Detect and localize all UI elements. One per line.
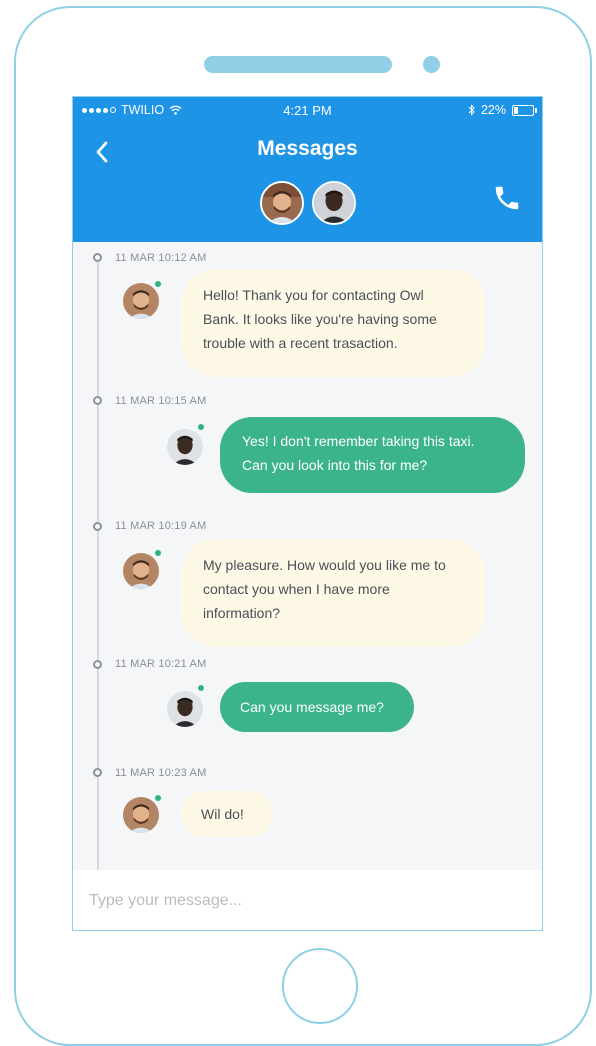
timeline-marker [93,396,102,405]
message-text-line: Yes! I don't remember taking this taxi. [242,433,475,449]
messages-header: TWILIO 4:21 PM 22% Messages [73,97,542,242]
page-title: Messages [257,137,358,160]
battery-icon [512,104,537,116]
battery-fill [514,106,518,114]
outgoing-message: Yes! I don't remember taking this taxi. … [220,417,525,493]
online-status-dot [155,281,161,287]
timeline-marker [93,768,102,777]
message-text-line: My pleasure. How would you like me to [203,557,446,573]
home-button[interactable] [282,948,358,1024]
phone-screen: TWILIO 4:21 PM 22% Messages 11 MAR 10:12… [72,96,543,931]
battery-percent: 22% [480,103,506,117]
message-text-line: Hello! Thank you for contacting Owl [203,287,424,303]
agent-avatar [123,283,159,319]
agent-avatar[interactable] [260,181,304,225]
customer-avatar [167,691,203,727]
phone-call-icon[interactable] [492,183,522,213]
customer-avatar[interactable] [312,181,356,225]
timeline-marker [93,660,102,669]
message-timestamp: 11 MAR 10:15 AM [115,395,207,407]
status-bar: TWILIO 4:21 PM 22% [73,97,542,119]
agent-avatar [123,553,159,589]
online-status-dot [198,685,204,691]
message-text-line: Wil do! [201,806,244,822]
timeline-marker [93,253,102,262]
timeline-marker [93,522,102,531]
message-timestamp: 11 MAR 10:19 AM [115,520,207,532]
timeline-line [97,260,99,880]
message-composer [73,870,542,930]
front-camera [423,56,440,73]
message-timestamp: 11 MAR 10:21 AM [115,658,207,670]
bluetooth-icon [468,104,475,116]
message-text-line: Can you look into this for me? [242,457,428,473]
message-text-line: contact you when I have more [203,581,390,597]
online-status-dot [198,424,204,430]
customer-avatar [167,429,203,465]
speaker-grille [204,56,392,73]
incoming-message: My pleasure. How would you like me to co… [181,539,485,647]
message-text-line: trouble with a recent trasaction. [203,335,398,351]
message-text-line: Bank. It looks like you're having some [203,311,437,327]
message-timestamp: 11 MAR 10:23 AM [115,767,207,779]
incoming-message: Wil do! [181,791,273,837]
status-right: 22% [468,103,537,117]
incoming-message: Hello! Thank you for contacting Owl Bank… [181,269,485,377]
message-timestamp: 11 MAR 10:12 AM [115,252,207,264]
message-text-line: Can you message me? [240,699,384,715]
agent-avatar [123,797,159,833]
outgoing-message: Can you message me? [220,682,414,732]
participant-avatars [260,181,356,225]
message-input[interactable] [89,888,509,914]
online-status-dot [155,795,161,801]
online-status-dot [155,550,161,556]
message-text-line: information? [203,605,281,621]
